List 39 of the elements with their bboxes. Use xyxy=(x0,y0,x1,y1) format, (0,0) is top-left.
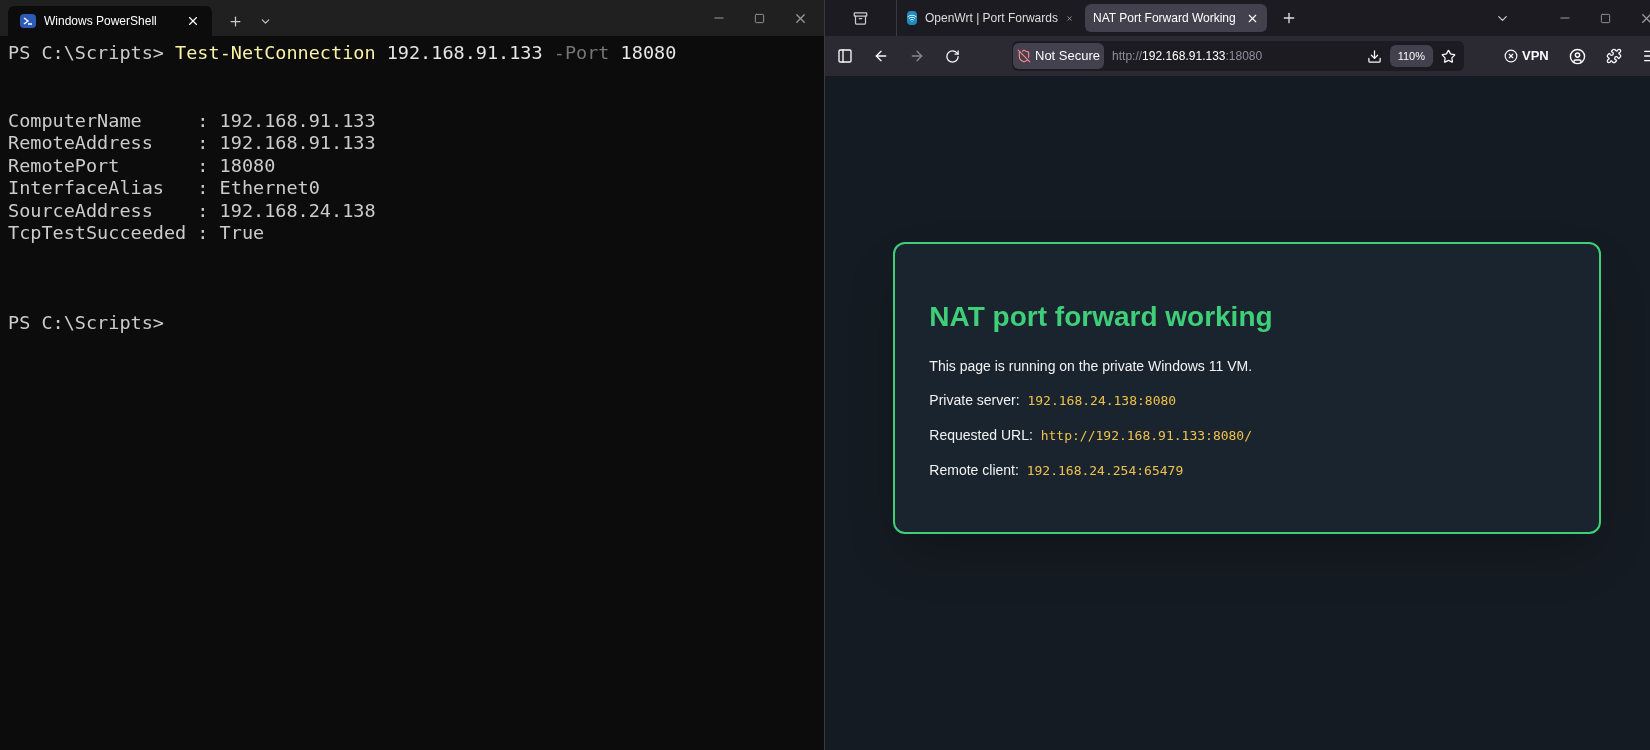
tab-manager-icon[interactable] xyxy=(853,10,868,26)
browser-tab[interactable]: OpenWrt | Port Forwards xyxy=(899,4,1081,32)
output-line: ComputerName : 192.168.91.133 xyxy=(8,109,377,132)
address-bar[interactable]: Not Secure http://192.168.91.133:18080 110% xyxy=(1012,41,1464,71)
maximize-icon[interactable] xyxy=(1599,12,1611,24)
powershell-icon xyxy=(20,14,36,28)
browser-tab[interactable]: NAT Port Forward Working xyxy=(1085,4,1267,32)
url-text: http://192.168.91.133:18080 xyxy=(1112,48,1264,65)
download-icon[interactable] xyxy=(1366,48,1382,64)
new-tab-icon[interactable] xyxy=(1281,10,1297,26)
zoom-level[interactable]: 110% xyxy=(1389,44,1433,68)
info-line: This page is running on the private Windows 11 VM. xyxy=(929,357,1254,376)
vpn-button[interactable]: VPN xyxy=(1504,46,1549,66)
wifi-favicon-icon xyxy=(907,11,917,25)
bookmark-star-icon[interactable] xyxy=(1441,48,1456,64)
forward-icon[interactable] xyxy=(909,48,925,64)
close-tab-icon[interactable] xyxy=(186,14,200,28)
new-tab-icon[interactable] xyxy=(228,13,243,29)
info-line: Requested URL: http://192.168.91.133:8080/ xyxy=(929,426,1254,445)
circle-x-icon xyxy=(1504,49,1518,63)
account-icon[interactable] xyxy=(1568,47,1586,65)
info-line: Remote client: 192.168.24.254:65479 xyxy=(929,461,1185,480)
terminal-tab[interactable]: Windows PowerShell xyxy=(8,6,212,36)
output-line: InterfaceAlias : Ethernet0 xyxy=(8,177,321,200)
info-line: Private server: 192.168.24.138:8080 xyxy=(929,391,1178,410)
page-heading: NAT port forward working xyxy=(929,300,1274,334)
sidebar-icon[interactable] xyxy=(837,48,853,64)
shield-icon xyxy=(1017,49,1031,63)
output-line: TcpTestSucceeded : True xyxy=(8,222,266,245)
not-secure-badge[interactable]: Not Secure xyxy=(1013,43,1105,69)
command-line: PS C:\Scripts> Test-NetConnection 192.168.91.133 -Port 18080 xyxy=(8,42,678,65)
output-line: RemotePort : 18080 xyxy=(8,154,277,177)
output-line: SourceAddress : 192.168.24.138 xyxy=(8,199,377,222)
prompt-line: PS C:\Scripts> xyxy=(8,311,165,334)
reload-icon[interactable] xyxy=(945,48,960,64)
back-icon[interactable] xyxy=(873,48,889,64)
extensions-icon[interactable] xyxy=(1605,48,1622,64)
maximize-icon[interactable] xyxy=(754,12,765,24)
output-line: RemoteAddress : 192.168.91.133 xyxy=(8,132,377,155)
